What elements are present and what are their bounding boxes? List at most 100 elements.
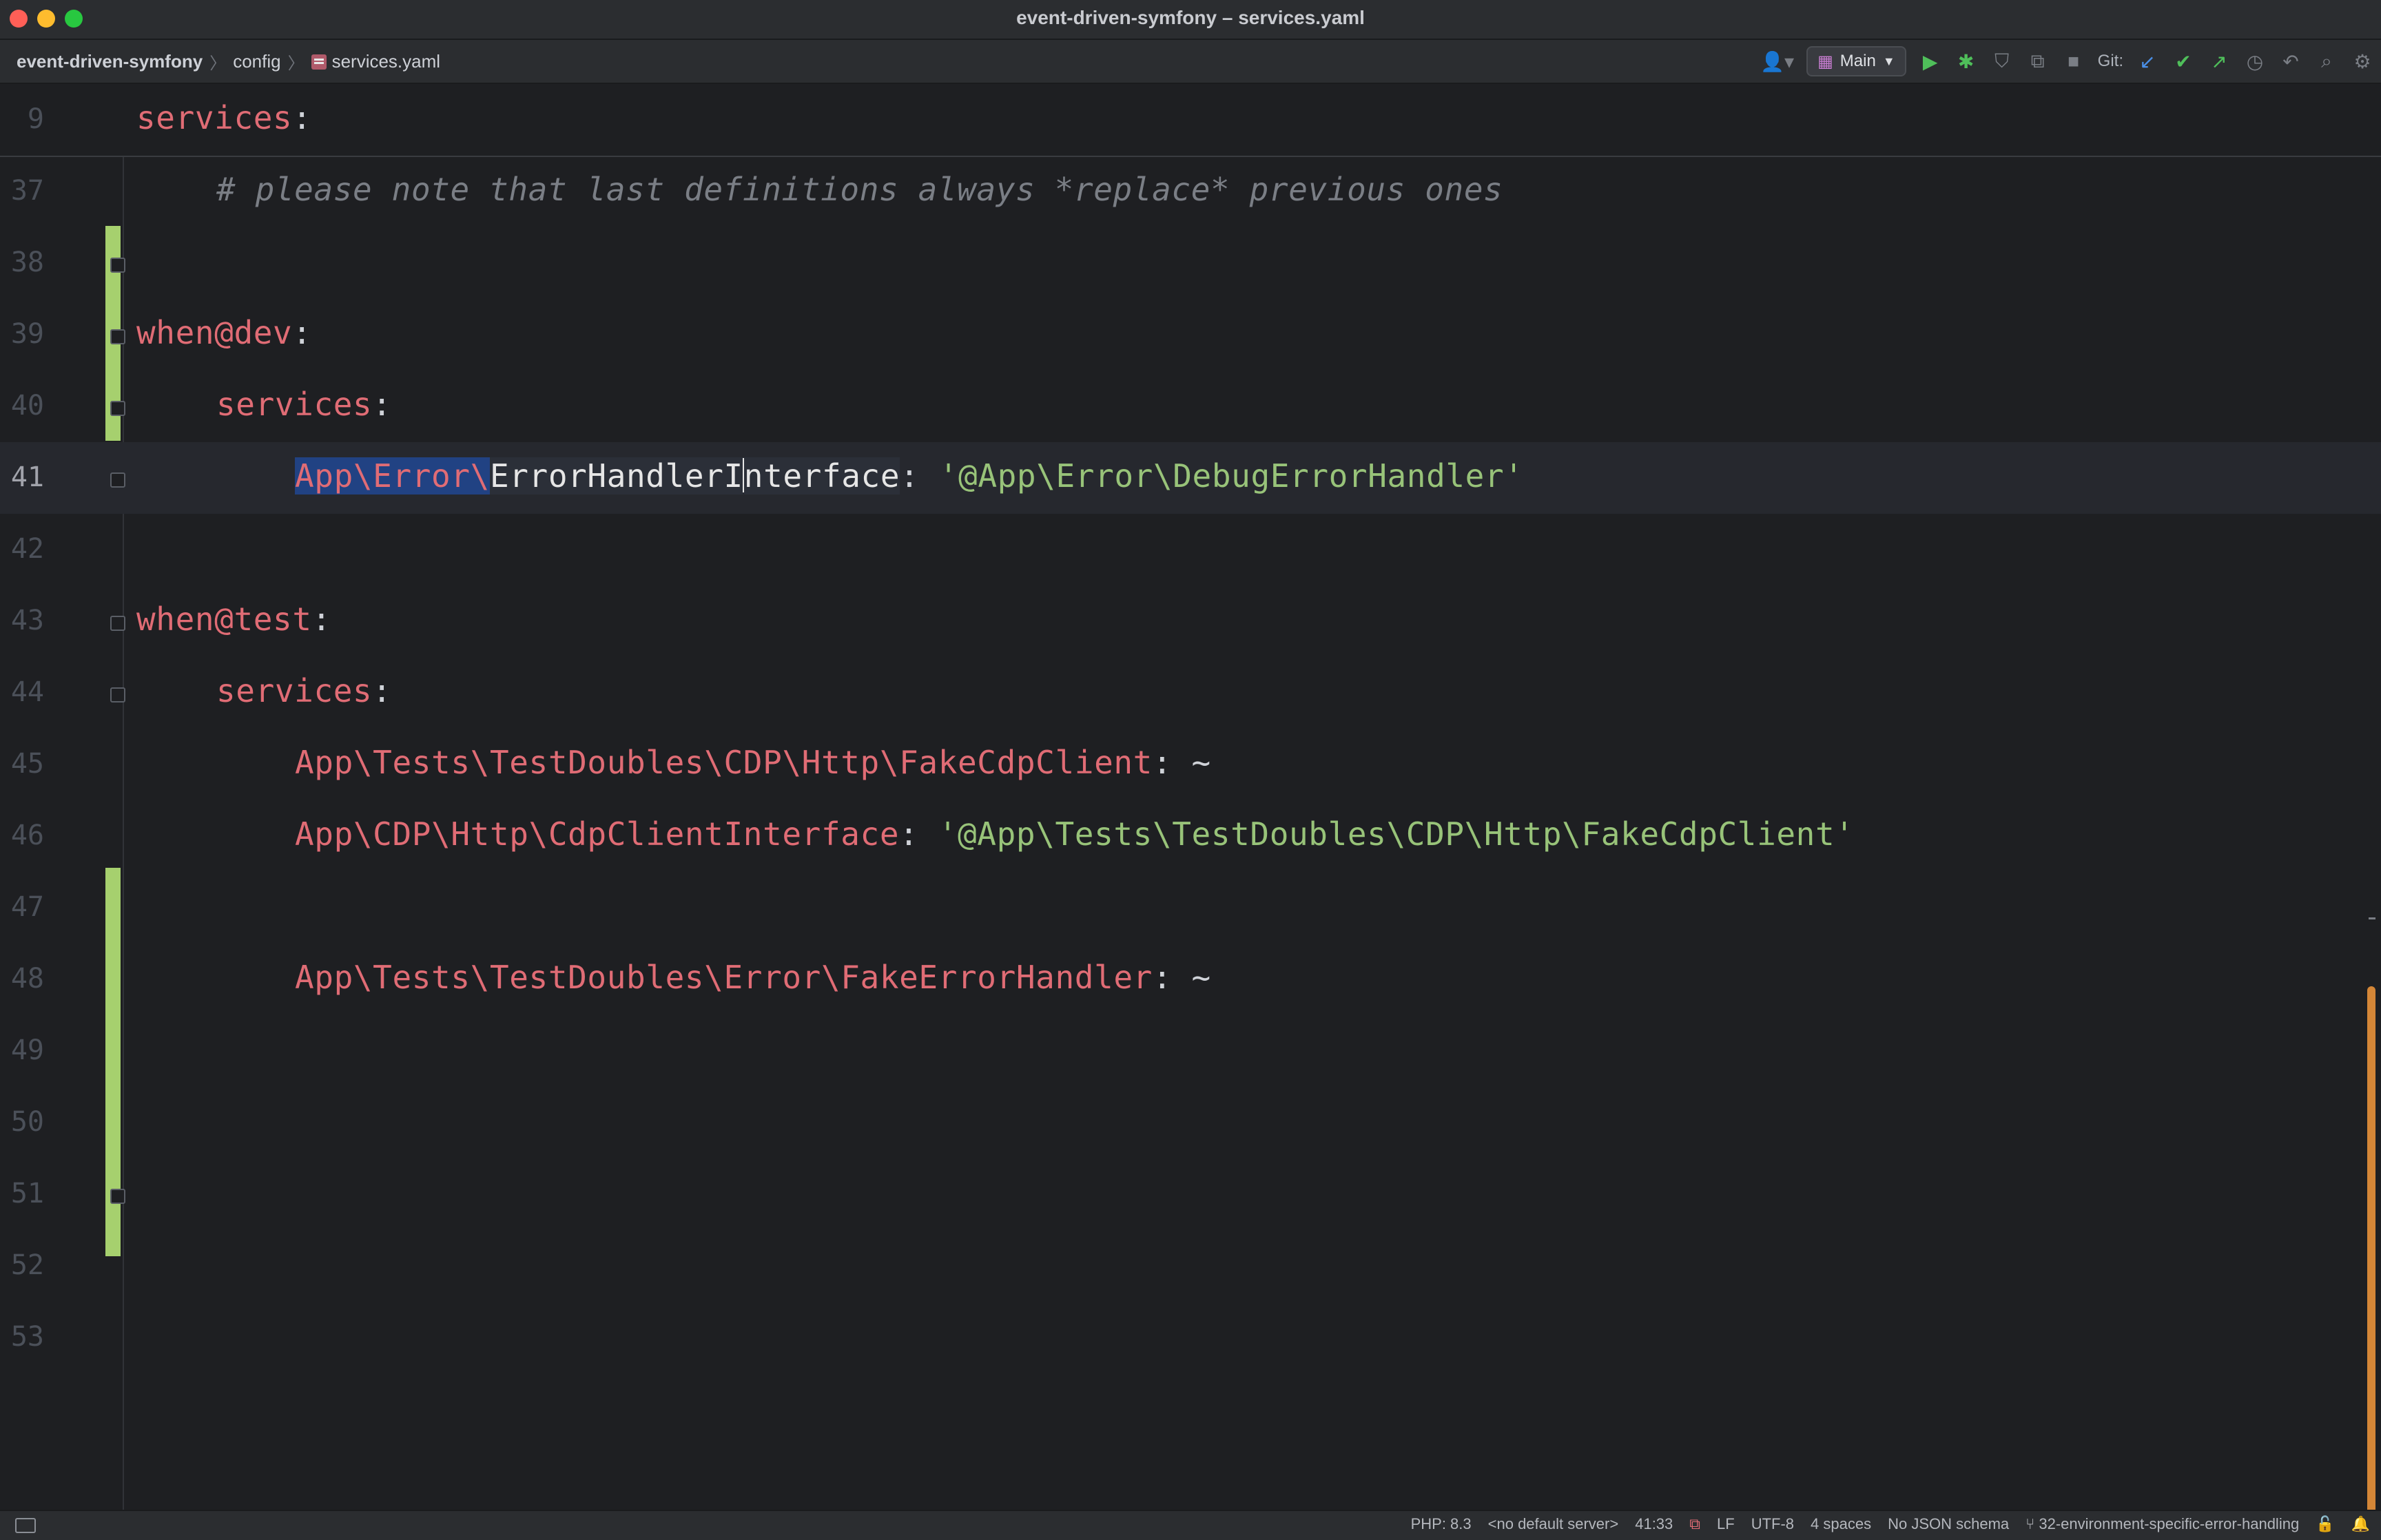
line-number: 46	[10, 820, 44, 851]
toggle-tool-windows-icon[interactable]	[15, 1518, 36, 1533]
yaml-colon: :	[899, 815, 938, 853]
yaml-string: '@App\Tests\TestDoubles\CDP\Http\FakeCdp…	[938, 815, 1855, 853]
profile-icon[interactable]: ⧉	[2026, 48, 2050, 75]
code-line: services:	[216, 672, 392, 709]
yaml-key: services	[136, 99, 293, 136]
yaml-colon: :	[292, 99, 312, 136]
php-config-icon: ▦	[1817, 52, 1833, 71]
yaml-key: ErrorHandlerI	[489, 457, 743, 495]
code-editor[interactable]: ✔ 9 services: 37 # please note that last…	[0, 84, 2381, 1510]
yaml-key: nterface	[743, 457, 900, 495]
run-configuration-selector[interactable]: ▦ Main ▼	[1806, 46, 1906, 76]
code-line-row: 43 when@test:	[0, 585, 2381, 657]
window-title: event-driven-symfony – services.yaml	[1016, 7, 1365, 28]
breadcrumb-separator: 〉	[209, 54, 227, 73]
yaml-key: when@dev	[136, 314, 293, 351]
yaml-colon: :	[292, 314, 312, 351]
search-icon[interactable]: ⌕	[2315, 48, 2338, 75]
yaml-colon: :	[372, 672, 392, 709]
line-number: 9	[27, 103, 44, 135]
breadcrumb-file[interactable]: services.yaml	[332, 51, 440, 72]
fold-start-icon[interactable]	[110, 687, 125, 703]
git-update-icon[interactable]: ↙	[2136, 48, 2159, 75]
code-line: # please note that last definitions alwa…	[216, 171, 1503, 208]
fold-start-icon[interactable]	[110, 616, 125, 631]
code-line-row: 49	[0, 1015, 2381, 1087]
code-line-row: 48 App\Tests\TestDoubles\Error\FakeError…	[0, 944, 2381, 1015]
breadcrumb: event-driven-symfony 〉 config 〉 services…	[17, 50, 440, 74]
code-line-row: 47	[0, 872, 2381, 944]
vertical-scrollbar[interactable]	[2367, 986, 2375, 1510]
code-line-row: 45 App\Tests\TestDoubles\CDP\Http\FakeCd…	[0, 729, 2381, 800]
line-ending-widget[interactable]: LF	[1717, 1515, 1735, 1533]
line-number: 49	[10, 1034, 44, 1066]
fold-end-icon[interactable]	[110, 258, 125, 273]
user-icon[interactable]: 👤▾	[1760, 48, 1794, 75]
code-line: services:	[136, 99, 312, 136]
coverage-icon[interactable]: ⛉	[1990, 48, 2014, 75]
caret-position-widget[interactable]: 41:33	[1635, 1515, 1673, 1533]
git-branch-widget[interactable]: ⑂ 32-environment-specific-error-handling	[2026, 1515, 2299, 1533]
yaml-colon: : ~	[1152, 959, 1211, 996]
fold-start-icon[interactable]	[110, 401, 125, 416]
indent-widget[interactable]: 4 spaces	[1811, 1515, 1871, 1533]
breadcrumb-folder[interactable]: config	[233, 51, 280, 72]
line-number: 39	[10, 318, 44, 350]
yaml-colon: :	[372, 386, 392, 423]
code-line: when@dev:	[136, 314, 312, 351]
yaml-key: when@test	[136, 601, 312, 638]
line-number: 42	[10, 533, 44, 565]
code-line: App\Tests\TestDoubles\CDP\Http\FakeCdpCl…	[295, 744, 1211, 781]
code-line-row: 42	[0, 514, 2381, 585]
json-schema-widget[interactable]: No JSON schema	[1888, 1515, 2009, 1533]
main-toolbar: 👤▾ ▦ Main ▼ ▶ ✱ ⛉ ⧉ ■ Git: ↙ ✔ ↗ ◷ ↶ ⌕ ⚙	[1760, 45, 2374, 77]
run-icon[interactable]: ▶	[1919, 48, 1942, 75]
history-icon[interactable]: ◷	[2243, 48, 2267, 75]
code-line: when@test:	[136, 601, 331, 638]
stop-icon[interactable]: ■	[2062, 48, 2085, 75]
yaml-comment: # please note that last definitions alwa…	[216, 171, 1503, 208]
coverage-icon[interactable]: ⧉	[1689, 1515, 1700, 1533]
code-line-row: 38	[0, 227, 2381, 299]
line-number: 40	[10, 390, 44, 422]
line-number: 37	[10, 175, 44, 207]
git-commit-icon[interactable]: ✔	[2172, 48, 2195, 75]
title-bar: event-driven-symfony – services.yaml	[0, 0, 2381, 40]
breadcrumb-project[interactable]: event-driven-symfony	[17, 51, 203, 72]
rollback-icon[interactable]: ↶	[2279, 48, 2302, 75]
line-number: 45	[10, 748, 44, 780]
line-number: 48	[10, 963, 44, 995]
fold-end-icon[interactable]	[110, 472, 125, 488]
yaml-key: App\CDP\Http\CdpClientInterface	[295, 815, 900, 853]
status-bar: PHP: 8.3 <no default server> 41:33 ⧉ LF …	[0, 1510, 2381, 1540]
debug-icon[interactable]: ✱	[1955, 48, 1978, 75]
git-push-icon[interactable]: ↗	[2207, 48, 2231, 75]
code-line-row: 50	[0, 1087, 2381, 1158]
code-line-row: 39 when@dev:	[0, 299, 2381, 371]
line-number: 52	[10, 1249, 44, 1281]
encoding-widget[interactable]: UTF-8	[1751, 1515, 1794, 1533]
current-code-line-row: 41 App\Error\ErrorHandlerInterface: '@Ap…	[0, 442, 2381, 514]
code-line: App\CDP\Http\CdpClientInterface: '@App\T…	[295, 815, 1855, 853]
line-number: 53	[10, 1321, 44, 1353]
navigation-bar: event-driven-symfony 〉 config 〉 services…	[0, 40, 2381, 84]
selected-text: App\Error\	[295, 457, 490, 495]
fold-end-icon[interactable]	[110, 1189, 125, 1204]
server-widget[interactable]: <no default server>	[1488, 1515, 1619, 1533]
yaml-file-icon	[311, 54, 327, 70]
yaml-colon: : ~	[1152, 744, 1211, 781]
code-line-row: 40 services:	[0, 371, 2381, 442]
status-widgets: PHP: 8.3 <no default server> 41:33 ⧉ LF …	[1411, 1515, 2370, 1533]
branch-icon: ⑂	[2026, 1515, 2035, 1532]
yaml-key: services	[216, 386, 373, 423]
fold-start-icon[interactable]	[110, 329, 125, 344]
code-line-row: 37 # please note that last definitions a…	[0, 156, 2381, 227]
line-number: 41	[10, 461, 44, 493]
settings-icon[interactable]: ⚙	[2351, 48, 2374, 75]
php-version-widget[interactable]: PHP: 8.3	[1411, 1515, 1472, 1533]
line-number: 38	[10, 247, 44, 278]
yaml-key: App\Tests\TestDoubles\CDP\Http\FakeCdpCl…	[295, 744, 1153, 781]
lock-icon[interactable]: 🔓	[2316, 1515, 2334, 1533]
code-line-row: 52	[0, 1230, 2381, 1302]
bell-icon[interactable]: 🔔	[2351, 1515, 2370, 1533]
